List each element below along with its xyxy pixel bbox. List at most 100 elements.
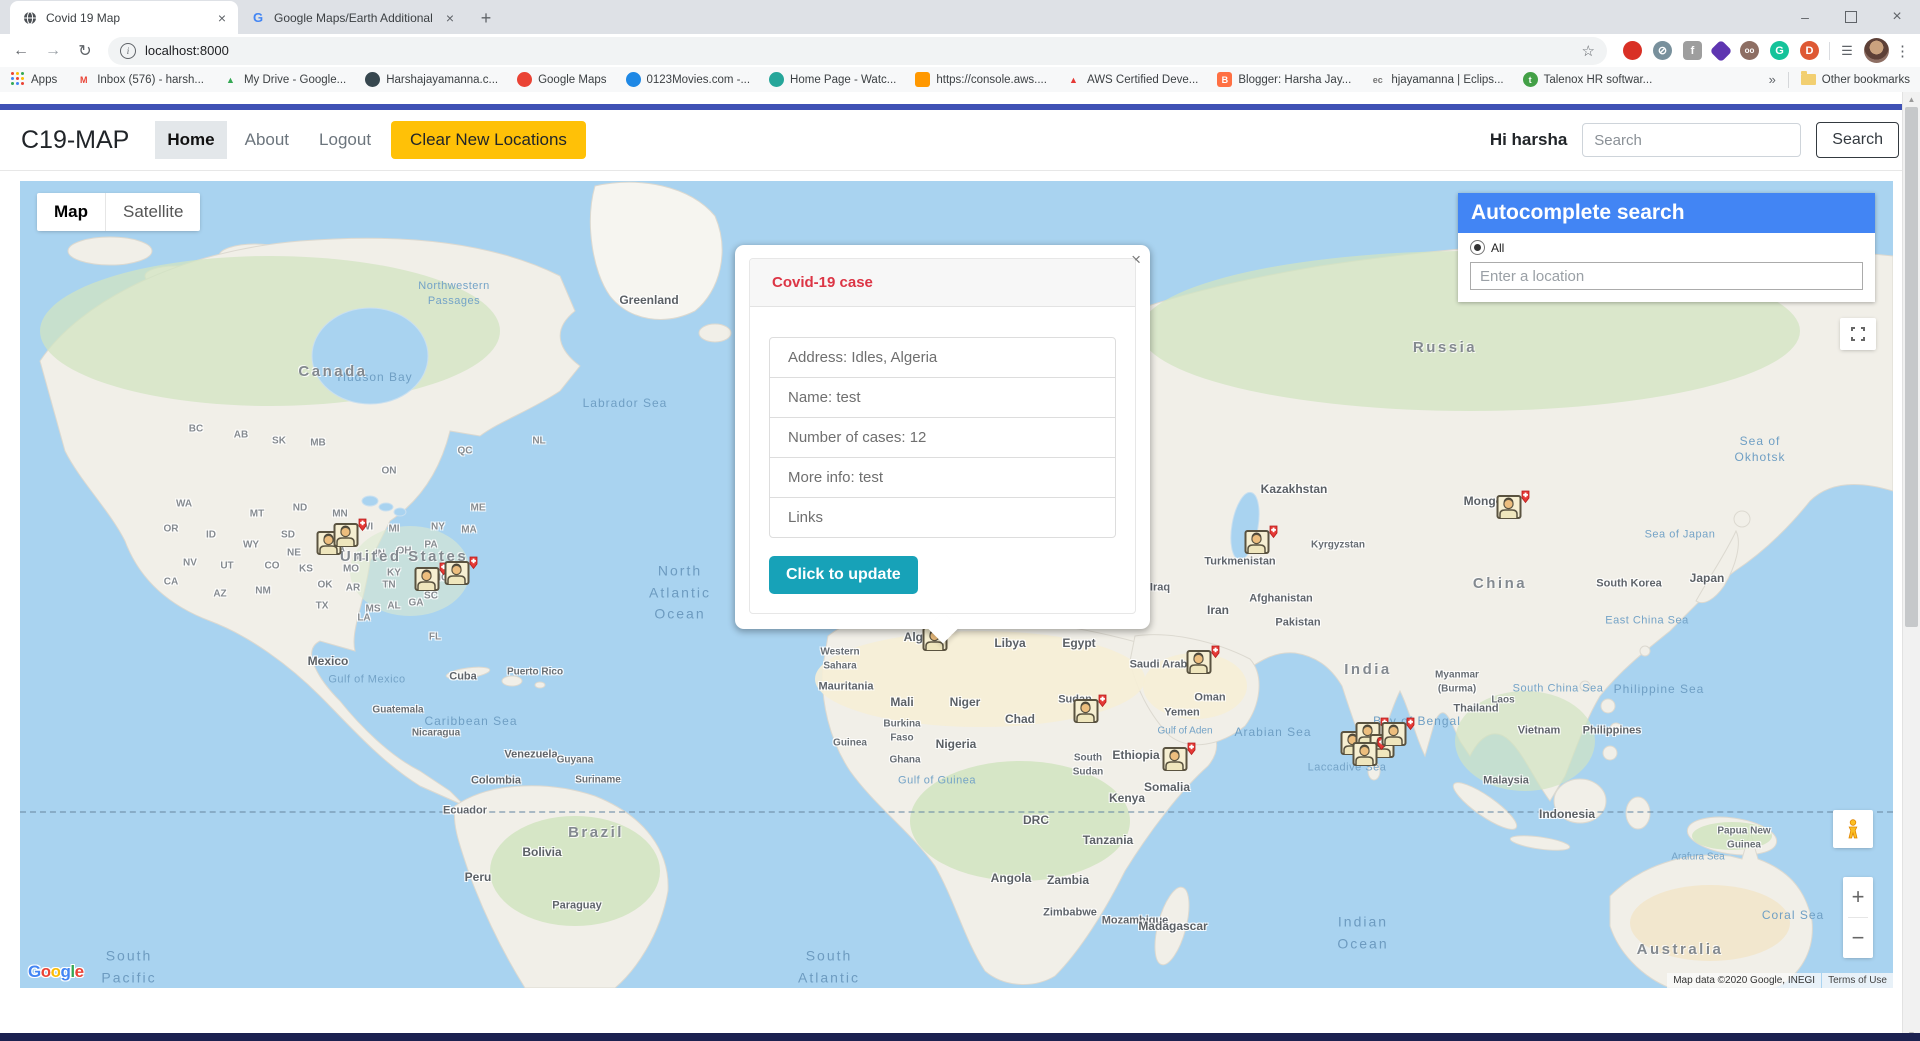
- tab-google-maps-terms[interactable]: G Google Maps/Earth Additional Te ×: [238, 1, 466, 34]
- header-right: Hi harsha Search: [1490, 122, 1899, 158]
- map-type-satellite-button[interactable]: Satellite: [106, 193, 200, 231]
- zoom-in-button[interactable]: +: [1843, 877, 1873, 917]
- url-text[interactable]: localhost:8000: [145, 43, 1573, 58]
- covid-case-marker[interactable]: [333, 518, 367, 548]
- bookmark-google-maps[interactable]: Google Maps: [517, 72, 607, 87]
- other-bookmarks[interactable]: Other bookmarks: [1800, 71, 1910, 86]
- google-logo[interactable]: Google: [28, 962, 84, 982]
- bookmark-movies-site[interactable]: 0123Movies.com -...: [625, 72, 751, 87]
- bookmarks-overflow-icon[interactable]: »: [1769, 72, 1776, 87]
- bookmark-label: Harshajayamanna.c...: [386, 73, 499, 86]
- radio-label: All: [1491, 240, 1505, 255]
- toolbar-separator: [1829, 41, 1830, 60]
- other-bookmarks-label: Other bookmarks: [1821, 73, 1910, 86]
- filter-all-radio-row[interactable]: All: [1470, 240, 1863, 255]
- user-greeting: Hi harsha: [1489, 130, 1568, 149]
- bookmark-blogger[interactable]: B Blogger: Harsha Jay...: [1217, 72, 1351, 87]
- bookmark-apps-grid[interactable]: Apps: [10, 72, 57, 87]
- nav-item-home[interactable]: Home: [155, 121, 227, 159]
- bookmark-gmail[interactable]: M Inbox (576) - harsh...: [76, 72, 204, 87]
- bookmark-google-drive[interactable]: ▲ My Drive - Google...: [223, 72, 346, 87]
- page-top-margin: [0, 92, 1920, 104]
- location-autocomplete-input[interactable]: [1470, 262, 1863, 290]
- reload-button[interactable]: ↻: [70, 36, 100, 66]
- terms-of-use-link[interactable]: Terms of Use: [1822, 973, 1893, 988]
- header-search-button[interactable]: Search: [1816, 122, 1899, 158]
- bookmark-site-dark[interactable]: Harshajayamanna.c...: [365, 72, 498, 87]
- header-search-input[interactable]: [1582, 123, 1802, 157]
- grammarly-icon[interactable]: G: [1770, 41, 1789, 60]
- brand-logo[interactable]: C19-MAP: [21, 126, 129, 155]
- fullscreen-icon: [1851, 327, 1865, 341]
- case-moreinfo-field: More info: test: [769, 457, 1116, 498]
- tab-covid-map[interactable]: Covid 19 Map ×: [10, 1, 238, 34]
- bookmark-label: 0123Movies.com -...: [646, 73, 751, 86]
- home-page-icon: [769, 72, 785, 87]
- site-blocker-icon[interactable]: ⊘: [1653, 41, 1672, 60]
- maximize-button[interactable]: [1828, 0, 1874, 33]
- covid-case-marker[interactable]: [1162, 742, 1196, 772]
- fi-extension-icon[interactable]: f: [1683, 41, 1702, 60]
- autocomplete-body: All: [1458, 233, 1875, 302]
- map-type-control: Map Satellite: [37, 193, 201, 231]
- covid-case-marker[interactable]: [1381, 717, 1415, 747]
- fullscreen-button[interactable]: [1840, 318, 1876, 350]
- page-scrollbar[interactable]: ▲ ▼: [1902, 92, 1920, 1041]
- adblock-icon[interactable]: [1623, 41, 1642, 60]
- eclipse-icon: ec: [1372, 74, 1383, 85]
- click-to-update-button[interactable]: Click to update: [769, 556, 918, 594]
- minimize-button[interactable]: –: [1782, 0, 1828, 33]
- tab-strip: Covid 19 Map × G Google Maps/Earth Addit…: [0, 0, 1920, 34]
- google-g-icon: G: [252, 10, 264, 25]
- folder-icon: [1800, 71, 1816, 85]
- tab-close-icon[interactable]: ×: [214, 10, 230, 26]
- browser-toolbar: ← → ↻ i localhost:8000 ☆ ⊘ f oo G D ☰ ⋮: [0, 34, 1920, 67]
- tab-title: Covid 19 Map: [46, 10, 121, 25]
- scrollbar-thumb[interactable]: [1905, 107, 1918, 627]
- new-tab-button[interactable]: +: [472, 4, 500, 32]
- radio-selected-icon[interactable]: [1470, 240, 1485, 255]
- pegman-button[interactable]: [1833, 810, 1873, 848]
- browser-menu-icon[interactable]: ⋮: [1891, 42, 1914, 60]
- clear-new-locations-button[interactable]: Clear New Locations: [391, 121, 586, 159]
- equator-dashed-line: [20, 811, 1893, 813]
- forward-button[interactable]: →: [38, 36, 68, 66]
- nav-item-logout[interactable]: Logout: [307, 121, 383, 159]
- bookmarks-bar-items: Apps M Inbox (576) - harsh... ▲ My Drive - G…: [10, 72, 1652, 87]
- google-maps-icon: [517, 72, 533, 87]
- bookmark-aws-cert[interactable]: ▲ AWS Certified Deve...: [1066, 72, 1198, 87]
- bookmark-home-page[interactable]: Home Page - Watc...: [769, 72, 896, 87]
- apps-grid-icon: [10, 72, 25, 87]
- bookmark-eclipse[interactable]: ec hjayamanna | Eclips...: [1370, 72, 1504, 87]
- bookmark-star-icon[interactable]: ☆: [1582, 42, 1595, 60]
- tab-list-icon[interactable]: ☰: [1832, 36, 1862, 66]
- duckduckgo-icon[interactable]: D: [1800, 41, 1819, 60]
- covid-case-marker[interactable]: [1244, 525, 1278, 555]
- back-button[interactable]: ←: [6, 36, 36, 66]
- covid-case-marker[interactable]: [1496, 490, 1530, 520]
- case-name-field: Name: test: [769, 377, 1116, 418]
- blogger-icon: B: [1217, 72, 1233, 87]
- covid-case-marker[interactable]: [444, 556, 478, 586]
- profile-avatar[interactable]: [1864, 38, 1889, 63]
- zoom-out-button[interactable]: −: [1843, 918, 1873, 958]
- page-info-icon[interactable]: i: [120, 42, 136, 59]
- diamond-extension-icon[interactable]: [1709, 39, 1733, 62]
- bookmark-aws-console[interactable]: https://console.aws....: [915, 72, 1047, 87]
- dev-owl-icon[interactable]: oo: [1740, 41, 1759, 60]
- nav-item-about[interactable]: About: [233, 121, 301, 159]
- address-bar[interactable]: i localhost:8000 ☆: [108, 36, 1607, 65]
- covid-case-marker[interactable]: [1186, 645, 1220, 675]
- bookmark-label: hjayamanna | Eclips...: [1391, 73, 1504, 86]
- tab-close-icon[interactable]: ×: [442, 10, 458, 26]
- autocomplete-title: Autocomplete search: [1458, 193, 1875, 233]
- scroll-up-icon[interactable]: ▲: [1903, 92, 1920, 106]
- covid-case-card: Covid-19 case Address: Idles, Algeria Na…: [749, 258, 1136, 614]
- maximize-icon: [1845, 10, 1857, 23]
- close-window-button[interactable]: ×: [1874, 0, 1920, 33]
- google-map[interactable]: Northwestern Passages Greenland Hudson Bay…: [20, 181, 1893, 988]
- covid-case-marker[interactable]: [1073, 694, 1107, 724]
- covid-case-marker[interactable]: [414, 562, 448, 592]
- map-type-map-button[interactable]: Map: [37, 193, 105, 231]
- bookmark-talenox[interactable]: t Talenox HR softwar...: [1522, 72, 1652, 87]
